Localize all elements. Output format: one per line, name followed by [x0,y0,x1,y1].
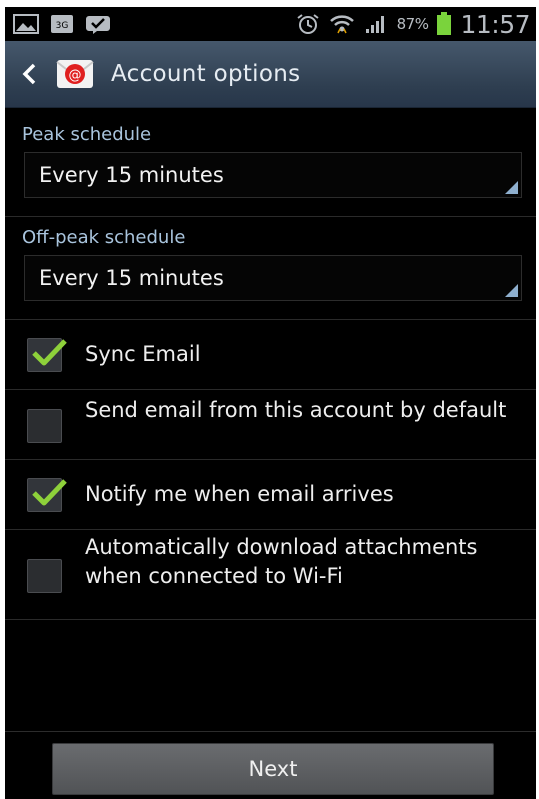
default-account-checkbox[interactable] [27,409,62,443]
divider [5,619,536,620]
offpeak-schedule-label: Off-peak schedule [22,227,186,248]
signal-icon [365,16,384,33]
alarm-icon [297,14,319,34]
notify-checkbox[interactable] [27,478,67,512]
back-chevron-icon[interactable] [19,62,39,86]
auto-download-label: Automatically download attachments when … [85,535,478,588]
option-auto-download[interactable]: Automatically download attachments when … [5,530,536,620]
peak-schedule-value: Every 15 minutes [39,163,224,187]
peak-schedule-dropdown[interactable]: Every 15 minutes [24,152,522,198]
phone-screen: 3G 87% 11:57 @ Account options Peak sche… [5,7,536,799]
checkmark-icon [32,339,67,366]
bottom-button-bar: Next [5,731,536,799]
peak-schedule-label: Peak schedule [22,124,152,145]
battery-icon [437,12,452,35]
3g-icon: 3G [51,15,73,33]
image-icon [13,14,39,34]
dropdown-triangle-icon [505,284,518,297]
checkmark-icon [32,479,67,506]
dropdown-triangle-icon [505,181,518,194]
sync-email-label: Sync Email [85,342,201,366]
svg-text:3G: 3G [56,21,69,31]
wifi-icon [329,15,354,34]
action-bar: @ Account options [5,41,536,108]
battery-percent: 87% [396,15,429,33]
divider [5,216,536,217]
option-default-account[interactable]: Send email from this account by default [5,390,536,460]
clock-time: 11:57 [460,9,530,39]
notify-label: Notify me when email arrives [85,482,394,506]
option-sync-email[interactable]: Sync Email [5,320,536,390]
auto-download-checkbox[interactable] [27,559,62,593]
page-title: Account options [111,61,301,87]
offpeak-schedule-value: Every 15 minutes [39,266,224,290]
sync-email-checkbox[interactable] [27,338,67,372]
email-app-icon[interactable]: @ [55,54,95,94]
next-button[interactable]: Next [52,743,494,795]
option-notify[interactable]: Notify me when email arrives [5,460,536,530]
default-account-label: Send email from this account by default [85,398,507,422]
check-bubble-icon [86,16,110,34]
offpeak-schedule-dropdown[interactable]: Every 15 minutes [24,255,522,301]
status-bar: 3G 87% 11:57 [5,7,536,41]
svg-text:@: @ [69,68,82,83]
